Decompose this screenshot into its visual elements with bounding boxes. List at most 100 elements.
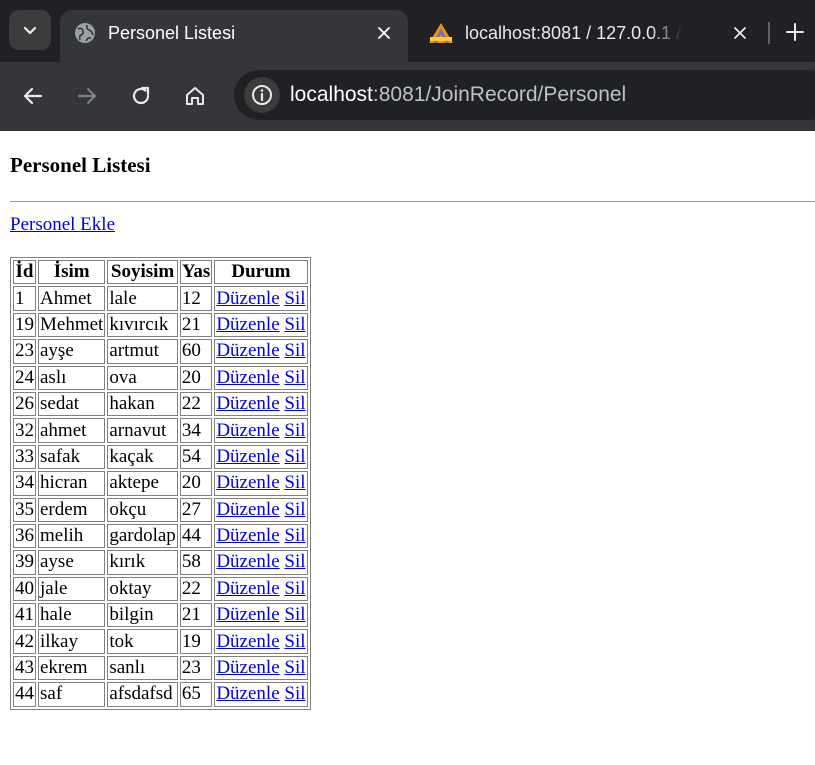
delete-link[interactable]: Sil	[284, 314, 305, 335]
cell-isim: erdem	[38, 497, 106, 522]
delete-link[interactable]: Sil	[284, 683, 305, 704]
cell-durum: Düzenle Sil	[214, 391, 308, 417]
arrow-left-icon	[23, 87, 43, 105]
cell-durum: Düzenle Sil	[214, 312, 308, 338]
close-icon	[378, 27, 390, 39]
close-tab-button[interactable]	[373, 22, 395, 44]
cell-isim: melih	[38, 523, 106, 549]
delete-link[interactable]: Sil	[284, 578, 305, 599]
cell-yas: 60	[179, 339, 213, 364]
cell-isim: ayşe	[38, 339, 106, 364]
delete-link[interactable]: Sil	[284, 472, 305, 493]
edit-link[interactable]: Düzenle	[216, 499, 279, 520]
tab-title: Personel Listesi	[108, 23, 236, 43]
cell-isim: ilkay	[38, 629, 106, 654]
delete-link[interactable]: Sil	[284, 420, 305, 441]
edit-link[interactable]: Düzenle	[216, 657, 279, 678]
cell-soyisim: lale	[107, 286, 178, 311]
edit-link[interactable]: Düzenle	[216, 551, 279, 572]
table-row: 1 Ahmet lale 12 Düzenle Sil	[13, 286, 308, 311]
delete-link[interactable]: Sil	[284, 340, 305, 361]
cell-yas: 21	[179, 603, 213, 628]
reload-icon	[132, 86, 150, 105]
cell-durum: Düzenle Sil	[214, 418, 308, 443]
delete-link[interactable]: Sil	[284, 604, 305, 625]
edit-link[interactable]: Düzenle	[216, 446, 279, 467]
cell-id: 1	[13, 286, 36, 311]
edit-link[interactable]: Düzenle	[216, 578, 279, 599]
delete-link[interactable]: Sil	[284, 446, 305, 467]
delete-link[interactable]: Sil	[284, 525, 305, 546]
cell-isim: aslı	[38, 365, 106, 390]
table-body: 1 Ahmet lale 12 Düzenle Sil 19 Mehmet kıvırcık 2…	[13, 286, 308, 707]
cell-isim: Mehmet	[38, 312, 106, 338]
tab-search-button[interactable]	[9, 10, 51, 50]
cell-yas: 58	[179, 550, 213, 575]
table-row: 36 melih gardolap 44 Düzenle Sil	[13, 523, 308, 549]
edit-link[interactable]: Düzenle	[216, 420, 279, 441]
forward-button[interactable]	[73, 82, 101, 110]
back-button[interactable]	[19, 82, 47, 110]
column-header-yas: Yas	[179, 260, 213, 285]
tab-personel-listesi[interactable]: Personel Listesi	[60, 10, 408, 62]
edit-link[interactable]: Düzenle	[216, 367, 279, 388]
cell-soyisim: kıvırcık	[107, 312, 178, 338]
cell-soyisim: kırık	[107, 550, 178, 575]
delete-link[interactable]: Sil	[284, 393, 305, 414]
delete-link[interactable]: Sil	[284, 499, 305, 520]
cell-soyisim: aktepe	[107, 471, 178, 496]
reload-button[interactable]	[127, 82, 155, 110]
edit-link[interactable]: Düzenle	[216, 393, 279, 414]
cell-id: 24	[13, 365, 36, 390]
cell-durum: Düzenle Sil	[214, 339, 308, 364]
home-button[interactable]	[181, 82, 209, 110]
edit-link[interactable]: Düzenle	[216, 631, 279, 652]
cell-yas: 44	[179, 523, 213, 549]
close-tab-button[interactable]	[729, 22, 751, 44]
add-personel-link[interactable]: Personel Ekle	[10, 214, 115, 236]
cell-id: 42	[13, 629, 36, 654]
edit-link[interactable]: Düzenle	[216, 314, 279, 335]
delete-link[interactable]: Sil	[284, 367, 305, 388]
cell-yas: 12	[179, 286, 213, 311]
cell-id: 36	[13, 523, 36, 549]
table-row: 39 ayse kırık 58 Düzenle Sil	[13, 550, 308, 575]
browser-toolbar: localhost:8081/JoinRecord/Personel	[0, 62, 815, 131]
cell-soyisim: afsdafsd	[107, 682, 178, 707]
url-text: localhost:8081/JoinRecord/Personel	[290, 82, 626, 108]
edit-link[interactable]: Düzenle	[216, 683, 279, 704]
table-row: 41 hale bilgin 21 Düzenle Sil	[13, 603, 308, 628]
table-row: 42 ilkay tok 19 Düzenle Sil	[13, 629, 308, 654]
cell-soyisim: gardolap	[107, 523, 178, 549]
cell-durum: Düzenle Sil	[214, 497, 308, 522]
edit-link[interactable]: Düzenle	[216, 604, 279, 625]
cell-soyisim: kaçak	[107, 444, 178, 470]
address-bar[interactable]: localhost:8081/JoinRecord/Personel	[234, 70, 815, 120]
delete-link[interactable]: Sil	[284, 631, 305, 652]
table-row: 35 erdem okçu 27 Düzenle Sil	[13, 497, 308, 522]
site-info-button[interactable]	[244, 77, 280, 113]
edit-link[interactable]: Düzenle	[216, 472, 279, 493]
column-header-soyisim: Soyisim	[107, 260, 178, 285]
divider	[10, 201, 815, 202]
new-tab-button[interactable]	[782, 19, 808, 45]
tab-phpmyadmin[interactable]: localhost:8081 / 127.0.0.1 / yeni	[418, 10, 766, 62]
cell-isim: Ahmet	[38, 286, 106, 311]
page-title: Personel Listesi	[10, 153, 151, 177]
delete-link[interactable]: Sil	[284, 551, 305, 572]
cell-soyisim: sanlı	[107, 655, 178, 681]
cell-id: 32	[13, 418, 36, 443]
arrow-right-icon	[77, 87, 97, 105]
cell-isim: saf	[38, 682, 106, 707]
info-icon	[252, 85, 272, 105]
delete-link[interactable]: Sil	[284, 657, 305, 678]
edit-link[interactable]: Düzenle	[216, 288, 279, 309]
cell-isim: safak	[38, 444, 106, 470]
cell-id: 43	[13, 655, 36, 681]
edit-link[interactable]: Düzenle	[216, 525, 279, 546]
url-path: :8081/JoinRecord/Personel	[372, 83, 627, 106]
globe-icon	[75, 23, 95, 43]
edit-link[interactable]: Düzenle	[216, 340, 279, 361]
cell-durum: Düzenle Sil	[214, 629, 308, 654]
delete-link[interactable]: Sil	[284, 288, 305, 309]
